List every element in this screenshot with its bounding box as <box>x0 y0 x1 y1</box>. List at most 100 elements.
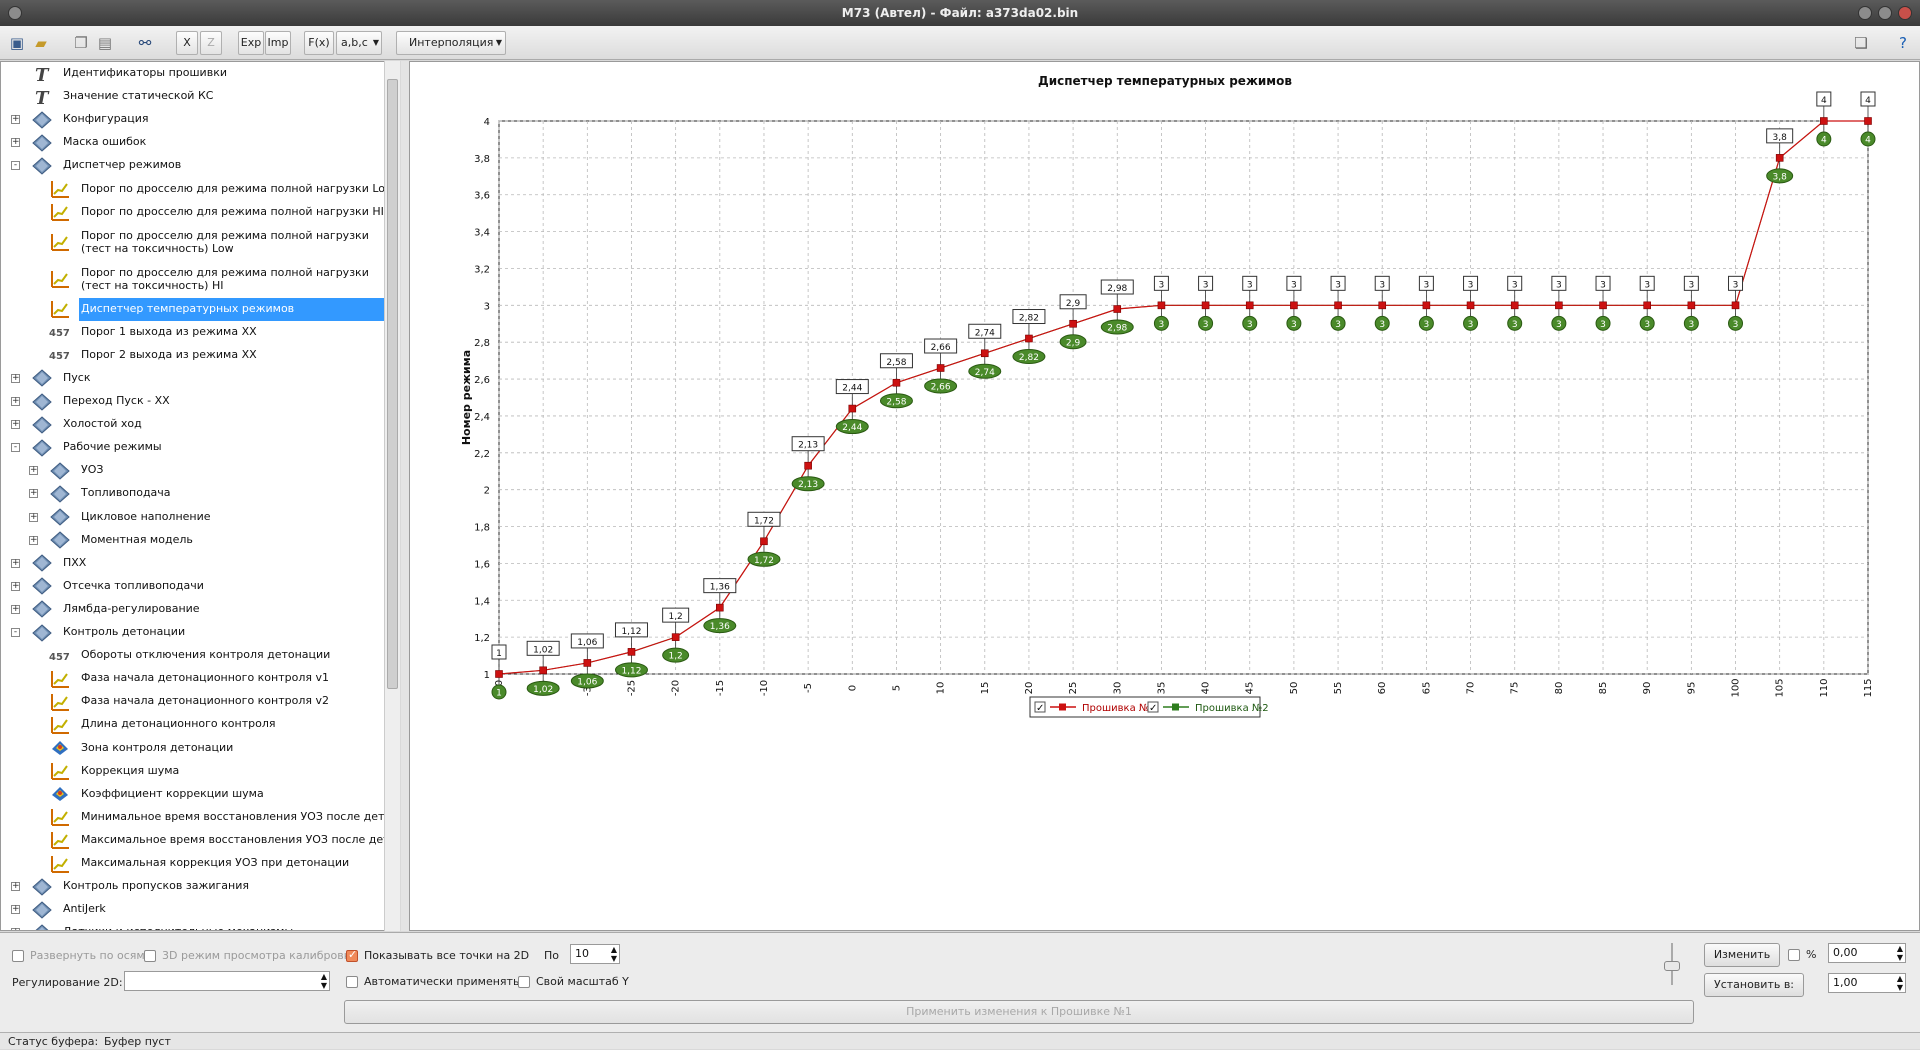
data-point-1[interactable] <box>1201 301 1210 310</box>
expand-icon[interactable]: + <box>11 604 20 614</box>
x-button[interactable]: X <box>176 31 198 55</box>
expand-icon[interactable]: + <box>11 138 20 148</box>
tree-item[interactable]: Порог по дросселю для режима полной нагр… <box>1 224 384 261</box>
data-point-1[interactable] <box>1643 301 1651 310</box>
expand-icon[interactable]: + <box>11 558 20 568</box>
show-all-points-checkbox[interactable] <box>346 948 358 962</box>
stepper-icon[interactable]: ▲ ▼ <box>611 945 617 963</box>
data-point-1[interactable] <box>1775 154 1784 162</box>
expand-icon[interactable]: + <box>29 512 38 522</box>
tree-item[interactable]: + AntiJerk <box>1 898 384 921</box>
mode3d-checkbox[interactable] <box>144 950 156 962</box>
set-value-field[interactable]: 1,00 ▲ ▼ <box>1828 973 1906 993</box>
tree-item[interactable]: Зона контроля детонации <box>1 737 384 760</box>
data-point-1[interactable] <box>848 404 857 413</box>
maximize-button[interactable] <box>1878 6 1892 20</box>
tree-item[interactable]: + Холостой ход <box>1 413 384 436</box>
vertical-slider[interactable] <box>1660 941 1684 987</box>
tree-item[interactable]: + Конфигурация <box>1 108 384 131</box>
tree-item[interactable]: + Пуск <box>1 367 384 390</box>
data-point-1[interactable] <box>716 603 724 612</box>
tree-item[interactable]: + Контроль пропусков зажигания <box>1 875 384 898</box>
interpolation-select[interactable]: Интерполяция ▼ <box>396 31 506 55</box>
expand-icon[interactable]: + <box>11 905 20 915</box>
tree-item[interactable]: Максимальная коррекция УОЗ при детонации <box>1 852 384 875</box>
tree-item[interactable]: Фаза начала детонационного контроля v1 <box>1 667 384 690</box>
tree-item[interactable]: + Отсечка топливоподачи <box>1 575 384 598</box>
data-point-1[interactable] <box>804 461 812 470</box>
tree-item[interactable]: + Датчики и исполнительные механизмы <box>1 921 384 930</box>
tree-item[interactable]: Порог по дросселю для режима полной нагр… <box>1 178 394 201</box>
tree-item[interactable]: + Топливоподача <box>1 482 384 505</box>
tree-item[interactable]: Коэффициент коррекции шума <box>1 783 384 806</box>
import-button[interactable]: Imp <box>265 31 291 55</box>
calibration-tree[interactable]: T Идентификаторы прошивки T Значение статич… <box>0 61 400 931</box>
data-point-1[interactable] <box>1290 301 1298 310</box>
window-icon[interactable]: ❏ <box>1850 32 1872 54</box>
data-point-1[interactable] <box>892 378 901 387</box>
tree-item[interactable]: - Контроль детонации <box>1 621 384 644</box>
splitter-handle[interactable] <box>401 61 409 931</box>
expand-icon[interactable]: + <box>29 489 38 499</box>
tree-item[interactable]: T Идентификаторы прошивки <box>1 62 384 85</box>
abc-dropdown[interactable]: a,b,c ▼ <box>336 31 382 55</box>
data-point-1[interactable] <box>1069 319 1077 328</box>
apply-changes-button[interactable]: Применить изменения к Прошивке №1 <box>344 1000 1694 1024</box>
data-point-1[interactable] <box>1466 301 1475 310</box>
expand-icon[interactable]: + <box>11 928 20 930</box>
stepper-icon[interactable]: ▲ ▼ <box>321 972 327 990</box>
stepper-icon[interactable]: ▲ ▼ <box>1897 944 1903 962</box>
expand-icon[interactable]: + <box>29 466 38 476</box>
tree-item[interactable]: + ПХХ <box>1 552 384 575</box>
tree-item[interactable]: + УОЗ <box>1 459 384 482</box>
tree-item[interactable]: Фаза начала детонационного контроля v2 <box>1 690 384 713</box>
binoculars-icon[interactable]: ⚯ <box>134 32 156 54</box>
own-scale-y-checkbox[interactable] <box>518 976 530 988</box>
data-point-1[interactable] <box>980 349 989 358</box>
data-point-1[interactable] <box>1599 301 1607 310</box>
expand-icon[interactable]: + <box>11 397 20 407</box>
paste-icon[interactable]: ▤ <box>94 32 116 54</box>
tree-item[interactable]: Порог по дросселю для режима полной нагр… <box>1 261 384 298</box>
data-point-1[interactable] <box>1334 301 1342 310</box>
data-point-1[interactable] <box>1422 301 1431 310</box>
set-button[interactable]: Установить в: <box>1704 973 1804 997</box>
data-point-1[interactable] <box>495 670 503 678</box>
data-point-1[interactable] <box>1025 334 1033 343</box>
change-button[interactable]: Изменить на: <box>1704 943 1780 983</box>
auto-apply-checkbox[interactable] <box>346 976 358 988</box>
tree-item[interactable]: Максимальное время восстановления УОЗ по… <box>1 829 399 852</box>
data-point-1[interactable] <box>1731 301 1740 310</box>
save-icon[interactable]: ▣ <box>6 32 28 54</box>
tree-item[interactable]: + Переход Пуск - ХХ <box>1 390 384 413</box>
expand-icon[interactable]: + <box>29 535 38 545</box>
reg2d-field[interactable]: ▲ ▼ <box>124 971 330 991</box>
open-icon[interactable]: ▰ <box>30 32 52 54</box>
expand-icon[interactable]: + <box>11 115 20 125</box>
expand-icon[interactable]: + <box>11 373 20 383</box>
tree-item[interactable]: Порог по дросселю для режима полной нагр… <box>1 201 384 224</box>
tree-item[interactable]: + Лямбда-регулирование <box>1 598 384 621</box>
data-point-1[interactable] <box>1864 117 1872 125</box>
tree-item[interactable]: Диспетчер температурных режимов <box>51 297 384 321</box>
help-icon[interactable]: ? <box>1892 32 1914 54</box>
export-button[interactable]: Exp <box>238 31 264 55</box>
data-point-1[interactable] <box>539 666 547 675</box>
chart[interactable]: Диспетчер температурных режимов-40-35-30… <box>410 62 1920 930</box>
collapse-icon[interactable]: - <box>11 161 20 171</box>
tree-item[interactable]: + Цикловое наполнение <box>1 506 384 529</box>
po-field[interactable]: 10 ▲ ▼ <box>570 944 620 964</box>
tree-item[interactable]: 457 Порог 1 выхода из режима ХХ <box>1 321 384 344</box>
tree-item[interactable]: + Моментная модель <box>1 529 384 552</box>
percent-checkbox[interactable] <box>1788 949 1800 961</box>
stepper-icon[interactable]: ▲ ▼ <box>1897 974 1903 992</box>
expand-axes-checkbox[interactable] <box>12 950 24 962</box>
data-point-1[interactable] <box>936 364 945 372</box>
tree-item[interactable]: 457 Обороты отключения контроля детонации <box>1 644 384 667</box>
data-point-1[interactable] <box>583 659 592 667</box>
data-point-1[interactable] <box>1687 301 1696 310</box>
collapse-icon[interactable]: - <box>11 628 20 638</box>
collapse-icon[interactable]: - <box>11 443 20 453</box>
data-point-1[interactable] <box>1820 117 1828 125</box>
scrollbar-thumb[interactable] <box>387 79 398 689</box>
